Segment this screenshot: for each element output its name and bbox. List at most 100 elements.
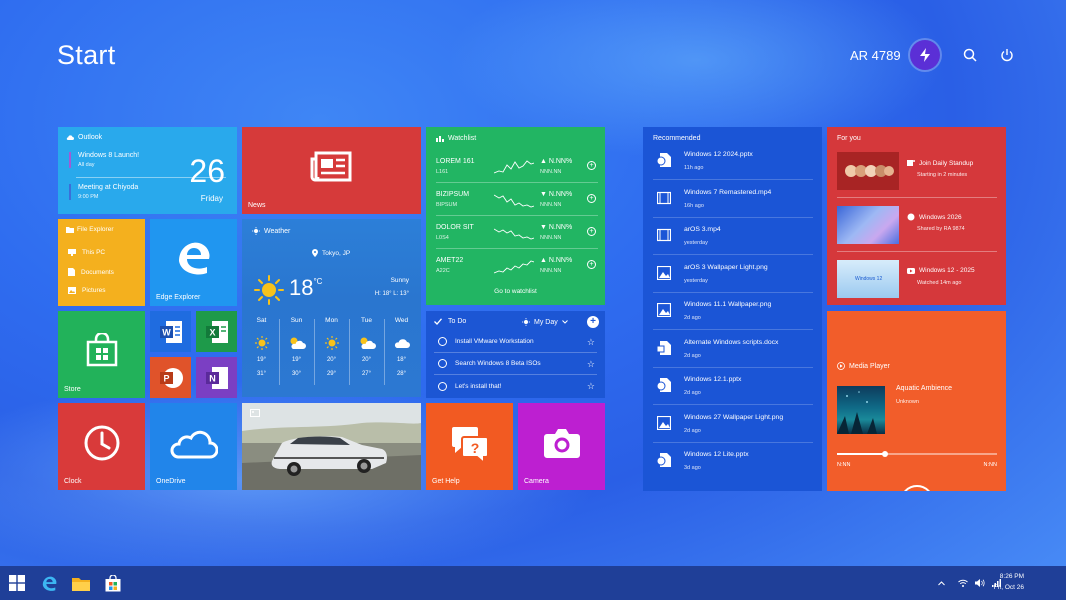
media-progress-bar[interactable] [837, 451, 997, 457]
add-icon[interactable]: + [587, 161, 596, 170]
recommended-item[interactable]: arOS 3 Wallpaper Light.png yesterday [653, 256, 813, 293]
word-tile[interactable]: W [150, 311, 191, 352]
windows-start-icon[interactable] [7, 573, 27, 593]
weather-tile[interactable]: Weather Tokyo, JP 18°C Sunny H: 18° L: 1… [242, 219, 421, 397]
recommended-item[interactable]: Alternate Windows scripts.docx 2d ago [653, 331, 813, 368]
recommended-item[interactable]: Windows 12 Lite.pptx 3d ago [653, 443, 813, 480]
watchlist-tile[interactable]: Watchlist LOREM 161 L161 ▲ N.NN% NNN.NN … [426, 127, 605, 305]
for-you-item[interactable]: Windows 2026 Shared by RA 9874 [837, 206, 997, 246]
file-explorer-icon[interactable] [71, 573, 91, 593]
file-explorer-tile[interactable]: File Explorer This PC Documents Pictures [58, 219, 145, 306]
task-checkbox[interactable] [438, 359, 447, 368]
outlook-tile[interactable]: Outlook Windows 8 Launch! All day Meetin… [58, 127, 237, 214]
media-title: Media Player [849, 362, 890, 370]
get-help-tile[interactable]: ? Get Help [426, 403, 513, 490]
calendar-weekday: Friday [200, 194, 223, 203]
taskbar-time[interactable]: 8:26 PM [1000, 573, 1024, 580]
sparkline [494, 160, 534, 174]
avatar[interactable] [910, 40, 940, 70]
recommended-item[interactable]: Windows 12.1.pptx 2d ago [653, 368, 813, 405]
recommended-item[interactable]: Windows 12 2024.pptx 11h ago [653, 143, 813, 180]
file-item-pictures[interactable]: Pictures [68, 287, 105, 294]
camera-tile[interactable]: Camera [518, 403, 605, 490]
star-icon[interactable]: ☆ [587, 359, 595, 370]
store-tile[interactable]: Store [58, 311, 145, 398]
pptx-icon [656, 453, 671, 467]
recommended-panel: Recommended Windows 12 2024.pptx 11h ago W… [643, 127, 822, 491]
add-icon[interactable]: + [587, 260, 596, 269]
taskbar-date[interactable]: Fri, Oct 26 [994, 584, 1024, 591]
recommended-item[interactable]: Windows 7 Remastered.mp4 16h ago [653, 181, 813, 218]
youtube-icon [907, 267, 915, 274]
for-you-title: For you [837, 135, 861, 142]
todo-title: To Do [448, 318, 467, 325]
pptx-icon [656, 153, 671, 167]
onedrive-tile[interactable]: OneDrive [150, 403, 237, 490]
task-checkbox[interactable] [438, 337, 447, 346]
edge-icon[interactable] [39, 573, 59, 593]
onenote-tile[interactable]: N [196, 357, 237, 398]
forecast-day: Sat 19° 31° [244, 317, 279, 377]
media-progress-knob[interactable] [882, 451, 888, 457]
stock-row[interactable]: AMET22 A22C ▲ N.NN% NNN.NN + [436, 254, 598, 282]
checkmark-icon [434, 318, 442, 325]
for-you-item[interactable]: Join Daily Standup Starting in 2 minutes [837, 152, 997, 192]
task-item[interactable]: Search Windows 8 Beta ISOs ☆ [434, 353, 597, 375]
for-you-tile[interactable]: For you Join Daily Standup Starting in 2… [827, 127, 1006, 305]
chart-icon [436, 136, 444, 142]
media-progress-fill [837, 453, 885, 455]
star-icon[interactable]: ☆ [587, 337, 595, 348]
image-icon [656, 302, 672, 318]
sparkline [494, 228, 534, 240]
task-item[interactable]: Let's install that! ☆ [434, 375, 597, 397]
news-tile[interactable]: News [242, 127, 421, 214]
calendar-event[interactable]: Meeting at Chiyoda 9:00 PM [69, 184, 138, 200]
todo-tile[interactable]: To Do My Day + Install VMware Workstatio… [426, 311, 605, 398]
powerpoint-tile[interactable]: P [150, 357, 191, 398]
play-button[interactable] [900, 485, 934, 491]
clock-icon [84, 425, 120, 461]
forecast-day: Sun 19° 30° [279, 317, 314, 377]
add-task-button[interactable]: + [587, 316, 599, 328]
edge-tile[interactable]: Edge Explorer [150, 219, 237, 306]
add-icon[interactable]: + [587, 227, 596, 236]
file-item-documents[interactable]: Documents [68, 268, 114, 276]
image-icon [656, 415, 672, 430]
recommended-item[interactable]: Windows 27 Wallpaper Light.png 2d ago [653, 406, 813, 443]
meeting-thumbnail [837, 152, 899, 190]
recommended-item[interactable]: arOS 3.mp4 yesterday [653, 218, 813, 255]
edge-label: Edge Explorer [156, 294, 201, 301]
store-icon[interactable] [103, 573, 123, 593]
video-icon [656, 228, 672, 242]
photos-tile[interactable] [242, 403, 421, 490]
pptx-icon [656, 378, 671, 392]
go-to-watchlist-link[interactable]: Go to watchlist [426, 288, 605, 295]
media-player-tile[interactable]: Media Player Aquatic Ambience Unknown N:… [827, 311, 1006, 491]
store-bag-icon [86, 333, 118, 367]
add-icon[interactable]: + [587, 194, 596, 203]
wifi-icon[interactable] [958, 578, 968, 588]
for-you-item[interactable]: Windows 12 Windows 12 - 2025 Watched 14m… [837, 260, 997, 300]
stock-row[interactable]: DOLOR SIT L0S4 ▼ N.NN% NNN.NN + [436, 221, 598, 249]
stock-row[interactable]: BIZIPSUM BIPSUM ▼ N.NN% NNN.NN + [436, 188, 598, 216]
user-name[interactable]: AR 4789 [850, 48, 901, 63]
recommended-item[interactable]: Windows 11.1 Wallpaper.png 2d ago [653, 293, 813, 330]
power-icon[interactable] [998, 46, 1016, 64]
stock-row[interactable]: LOREM 161 L161 ▲ N.NN% NNN.NN + [436, 155, 598, 183]
chevron-up-icon[interactable] [936, 578, 946, 588]
search-icon[interactable] [961, 46, 979, 64]
outlook-title: Outlook [78, 134, 103, 141]
forecast-day: Tue 20° 27° [349, 317, 384, 377]
task-checkbox[interactable] [438, 381, 447, 391]
star-icon[interactable]: ☆ [587, 381, 595, 392]
calendar-event[interactable]: Windows 8 Launch! All day [69, 152, 139, 168]
clock-tile[interactable]: Clock [58, 403, 145, 490]
my-day-dropdown[interactable]: My Day [522, 318, 568, 326]
file-item-this-pc[interactable]: This PC [68, 249, 105, 256]
teams-icon [907, 160, 915, 166]
excel-tile[interactable]: X [196, 311, 237, 352]
windows-2026-thumbnail [837, 206, 899, 244]
onedrive-label: OneDrive [156, 478, 186, 485]
task-item[interactable]: Install VMware Workstation ☆ [434, 331, 597, 353]
volume-icon[interactable] [975, 578, 985, 588]
